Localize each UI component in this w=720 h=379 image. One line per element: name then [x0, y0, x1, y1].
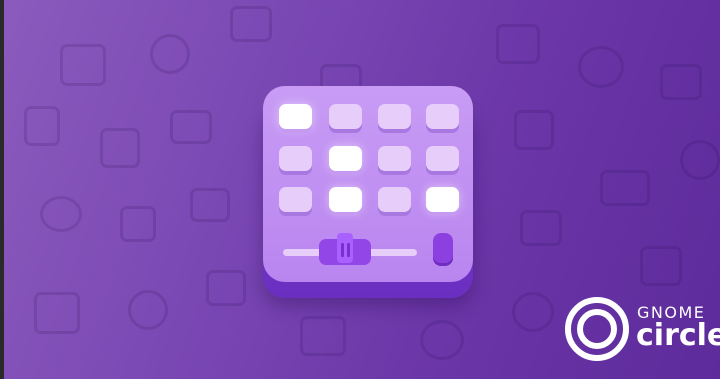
- fader-knob-stem: [337, 233, 353, 263]
- background-app-icon: [190, 188, 230, 222]
- pad-lit: [426, 187, 459, 212]
- pad: [378, 187, 411, 212]
- background-app-icon: [230, 6, 272, 42]
- background-app-icon: [420, 320, 464, 360]
- background-app-icon: [170, 110, 212, 144]
- toggle-knob: [433, 233, 453, 263]
- fader-knob: [319, 233, 371, 267]
- pad-lit: [329, 187, 362, 212]
- background-app-icon: [640, 246, 682, 286]
- background-app-icon: [24, 106, 60, 146]
- gnome-circle-badge: GNOME circle: [564, 296, 720, 362]
- background-app-icon: [512, 292, 554, 332]
- background-app-icon: [496, 24, 540, 64]
- app-icon: [263, 86, 473, 298]
- pad: [426, 146, 459, 171]
- gnome-circle-logo-icon: [565, 297, 629, 361]
- background-app-icon: [300, 316, 346, 356]
- background-app-icon: [578, 46, 624, 88]
- fader-knob-grip: [347, 243, 350, 257]
- banner: GNOME circle: [0, 0, 720, 379]
- pad-lit: [279, 104, 312, 129]
- background-app-icon: [600, 170, 650, 206]
- pad: [279, 187, 312, 212]
- pad: [279, 146, 312, 171]
- background-app-icon: [206, 270, 246, 306]
- fader-knob-grip: [341, 243, 344, 257]
- background-app-icon: [514, 110, 554, 150]
- app-icon-face: [263, 86, 473, 282]
- background-app-icon: [60, 44, 106, 86]
- background-app-icon: [128, 290, 168, 330]
- background-app-icon: [120, 206, 156, 242]
- background-app-icon: [520, 210, 562, 246]
- background-app-icon: [40, 196, 82, 232]
- pad: [329, 104, 362, 129]
- pad: [426, 104, 459, 129]
- pad: [378, 146, 411, 171]
- background-app-icon: [680, 140, 720, 180]
- pad: [378, 104, 411, 129]
- background-app-icon: [34, 292, 80, 334]
- background-app-icon: [100, 128, 140, 168]
- badge-subtitle: circle: [636, 318, 720, 353]
- pad-lit: [329, 146, 362, 171]
- background-app-icon: [150, 34, 190, 74]
- background-app-icon: [660, 64, 702, 100]
